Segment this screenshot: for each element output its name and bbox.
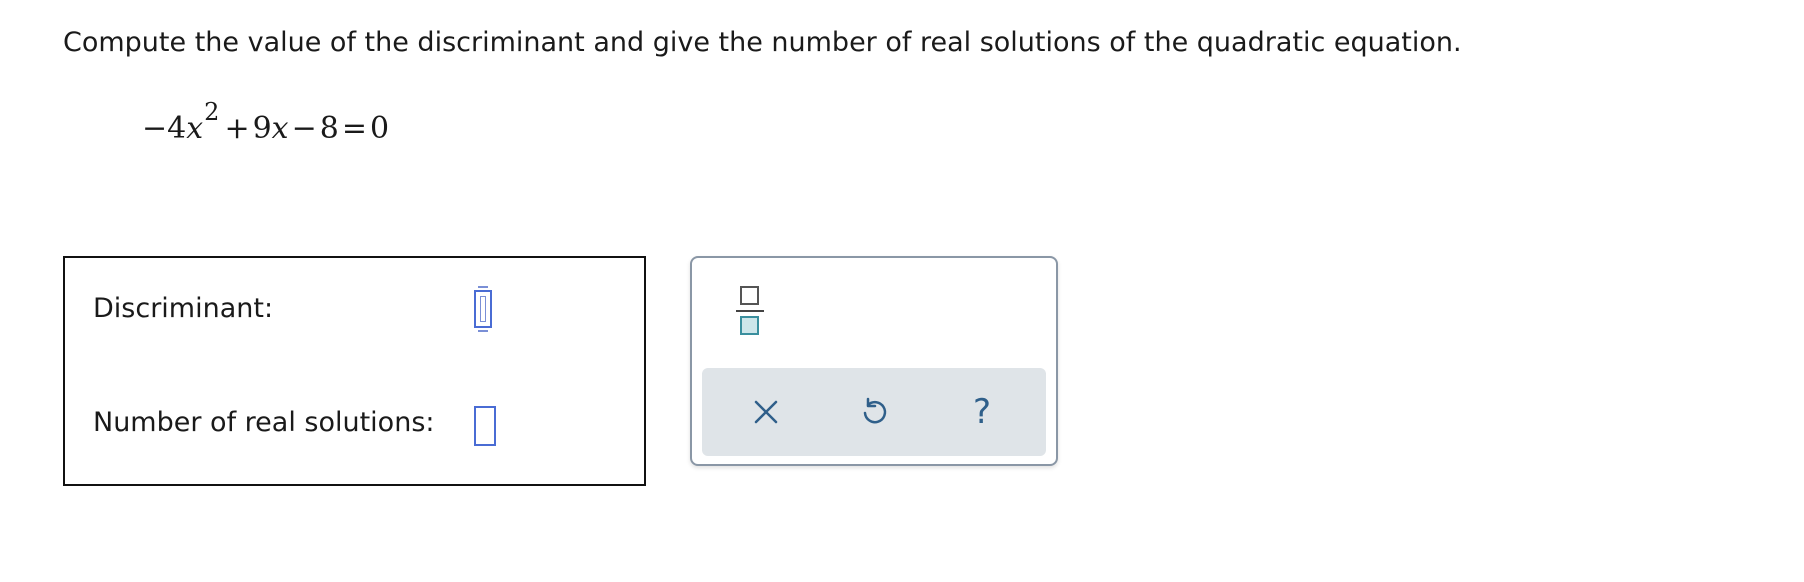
equation-equals: = xyxy=(341,111,367,146)
quadratic-equation: − 4 x 2 + 9 x − 8 = 0 xyxy=(142,96,389,146)
question-prompt: Compute the value of the discriminant an… xyxy=(63,27,1462,58)
help-icon: ? xyxy=(972,392,992,432)
discriminant-input[interactable] xyxy=(474,286,492,332)
answer-box: Discriminant: Number of real solutions: xyxy=(63,256,646,486)
discriminant-label: Discriminant: xyxy=(93,293,274,324)
cursor-cap-bottom xyxy=(478,330,488,332)
equation-var-x: x xyxy=(186,111,204,146)
help-button[interactable]: ? xyxy=(962,392,1002,432)
action-bar: ? xyxy=(702,368,1046,456)
equation-coef-a: 4 xyxy=(167,111,187,146)
equation-var-x: x xyxy=(271,111,289,146)
fraction-bar xyxy=(736,310,764,312)
question-page: Compute the value of the discriminant an… xyxy=(0,0,1804,582)
math-toolbox: ? xyxy=(690,256,1058,466)
undo-button[interactable] xyxy=(854,392,894,432)
input-cursor xyxy=(480,296,486,322)
solutions-input[interactable] xyxy=(474,406,496,446)
fraction-numerator-box xyxy=(740,286,759,305)
equation-constant: 8 xyxy=(319,111,339,146)
equation-rhs: 0 xyxy=(369,111,390,146)
equation-neg-sign: − xyxy=(142,111,168,146)
cursor-cap-top xyxy=(478,286,488,288)
equation-plus-sign: + xyxy=(224,111,250,146)
equation-minus-sign: − xyxy=(291,111,317,146)
solutions-label: Number of real solutions: xyxy=(93,407,435,438)
equation-exponent: 2 xyxy=(204,98,220,126)
fraction-icon[interactable] xyxy=(736,282,764,338)
fraction-denominator-box xyxy=(740,316,759,335)
clear-button[interactable] xyxy=(746,392,786,432)
close-icon xyxy=(754,400,778,424)
undo-icon xyxy=(863,397,887,424)
equation-coef-b: 9 xyxy=(252,111,272,146)
